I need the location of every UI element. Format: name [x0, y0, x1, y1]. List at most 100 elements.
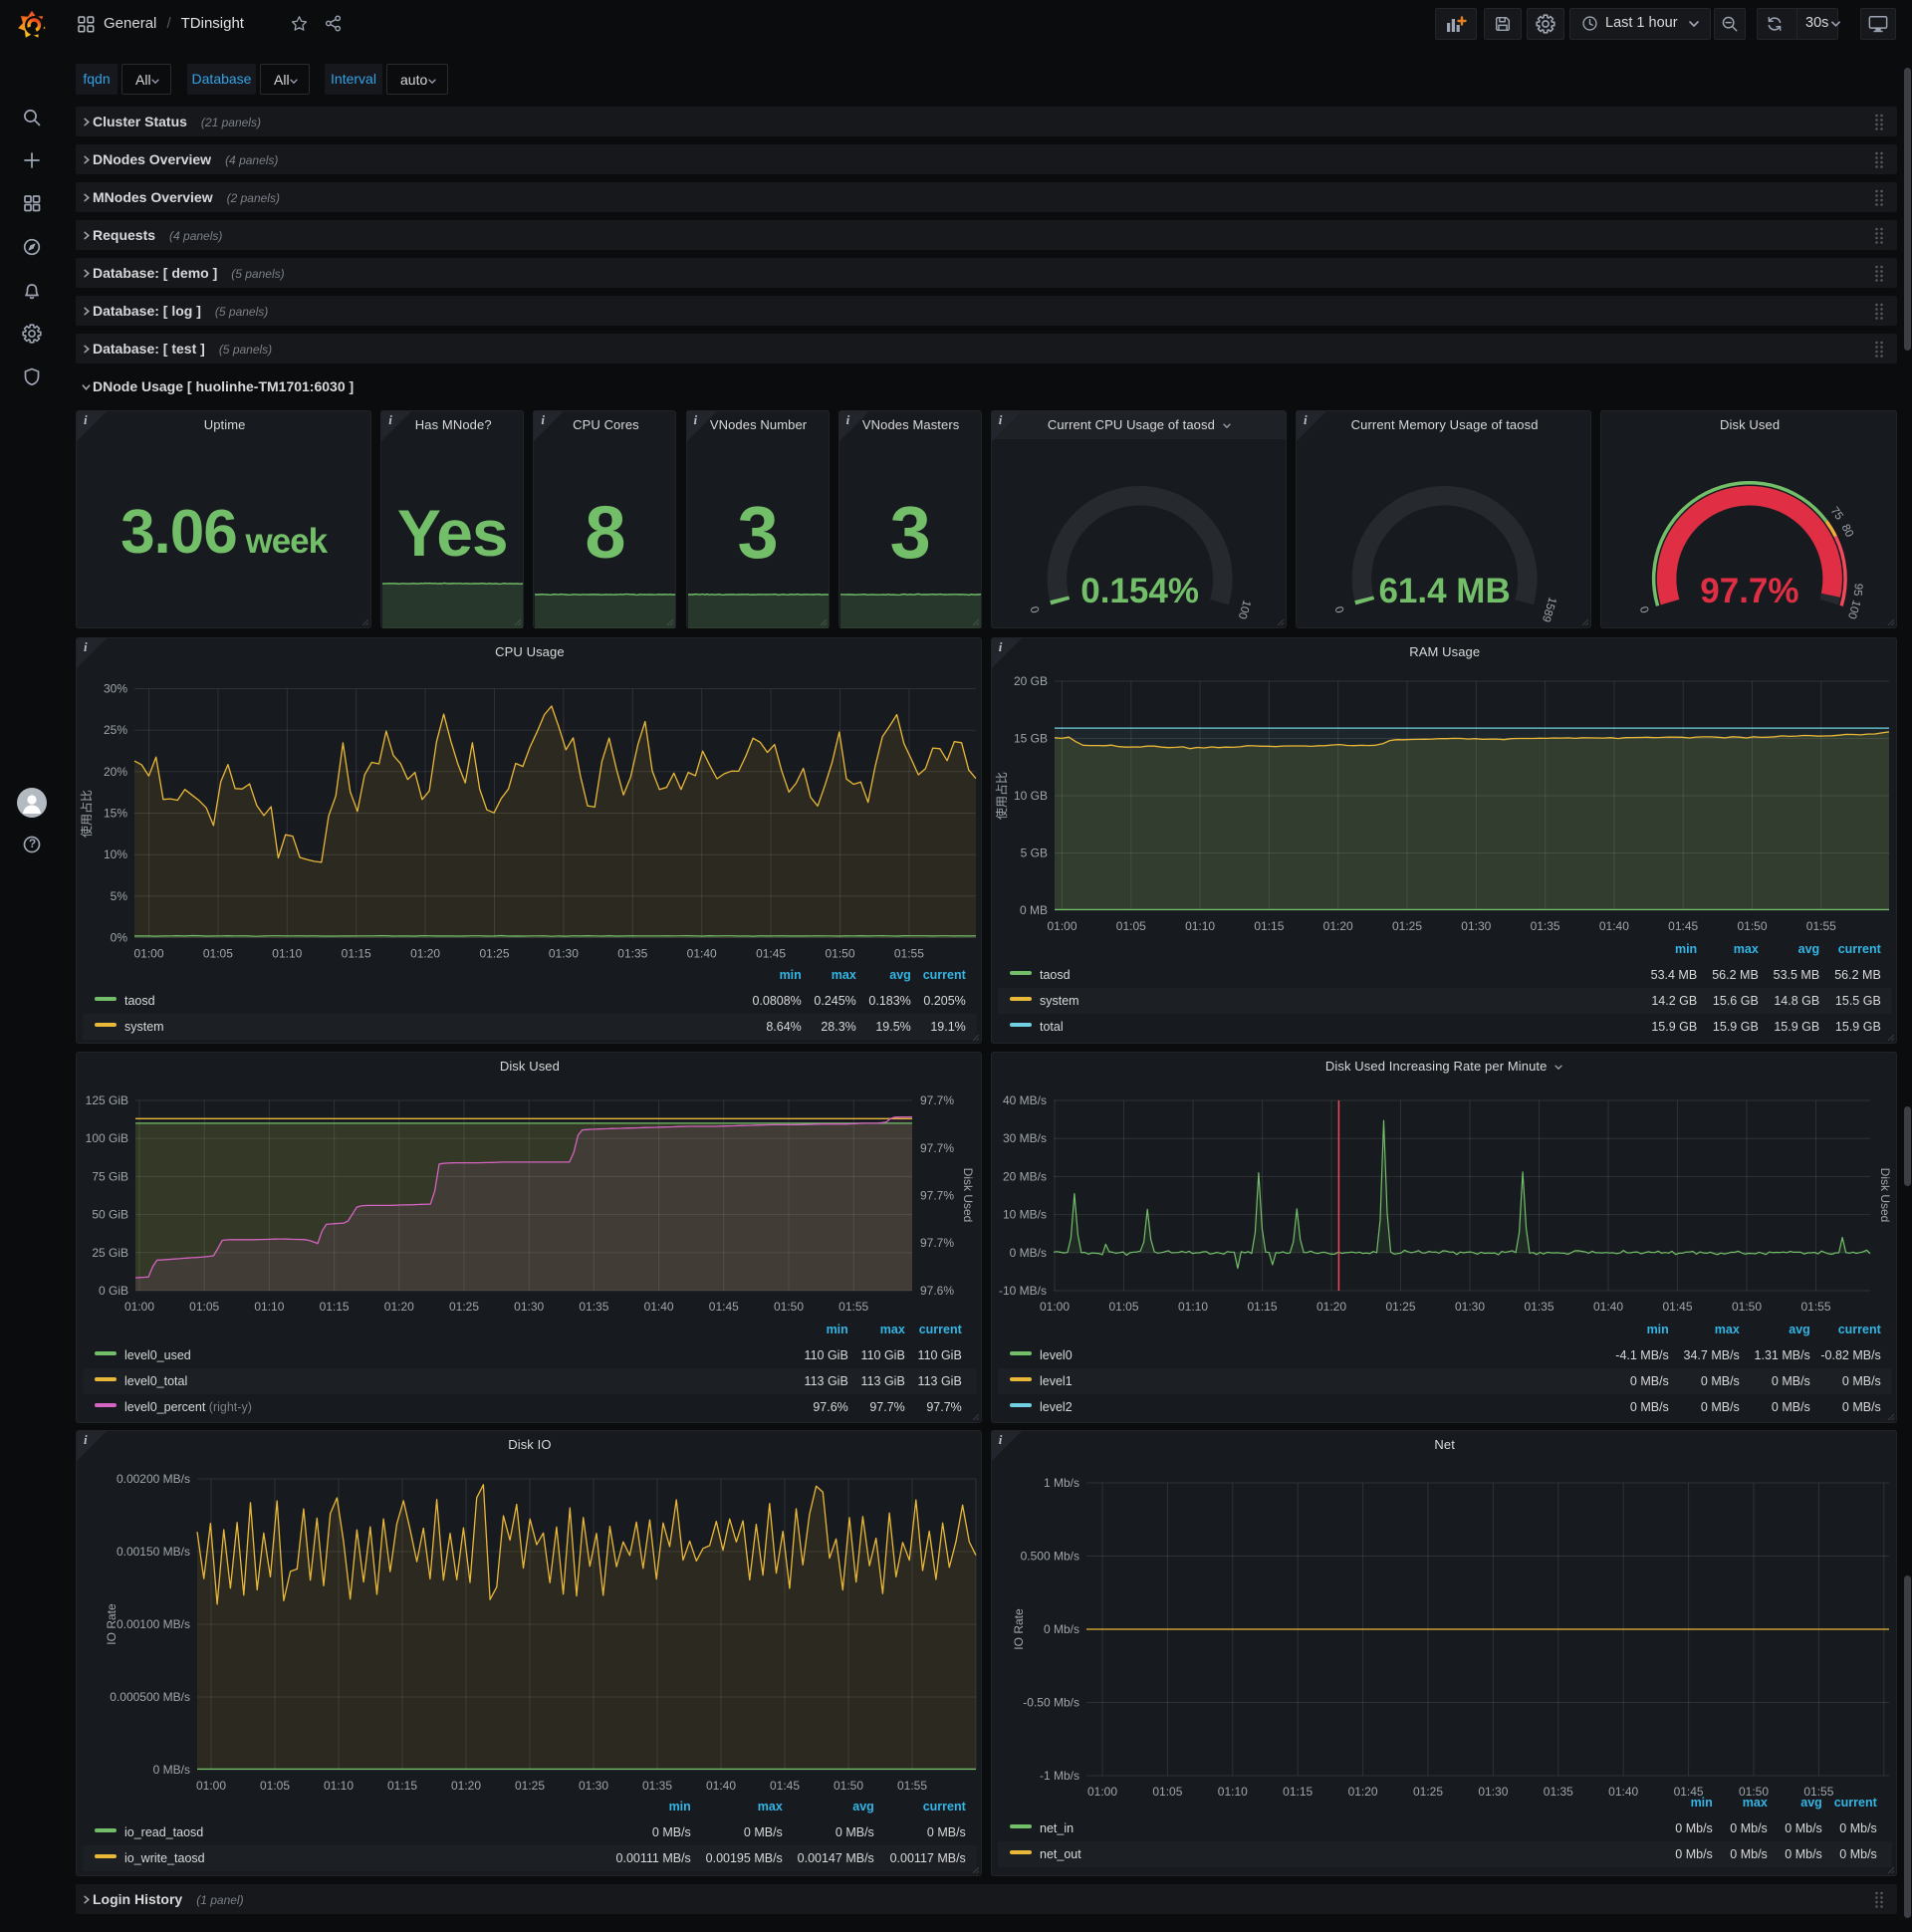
- svg-text:min: min: [1646, 1323, 1668, 1336]
- svg-text:10 GB: 10 GB: [1014, 789, 1048, 803]
- svg-text:01:40: 01:40: [1593, 1300, 1623, 1314]
- svg-text:0%: 0%: [111, 931, 128, 945]
- svg-text:0 MB/s: 0 MB/s: [652, 1825, 691, 1839]
- svg-text:01:25: 01:25: [479, 947, 509, 961]
- svg-text:-1 Mb/s: -1 Mb/s: [1040, 1769, 1079, 1783]
- svg-text:15.9 GB: 15.9 GB: [1774, 1020, 1819, 1034]
- svg-text:0.00195 MB/s: 0.00195 MB/s: [706, 1851, 783, 1865]
- svg-text:Disk Used: Disk Used: [1878, 1168, 1892, 1223]
- svg-text:01:35: 01:35: [617, 947, 647, 961]
- svg-text:34.7 MB/s: 34.7 MB/s: [1683, 1348, 1739, 1362]
- svg-text:01:15: 01:15: [387, 1779, 417, 1793]
- svg-text:0 MB/s: 0 MB/s: [1772, 1374, 1810, 1388]
- svg-text:0 MB/s: 0 MB/s: [1701, 1400, 1740, 1414]
- svg-text:01:00: 01:00: [196, 1779, 226, 1793]
- svg-text:113 GiB: 113 GiB: [805, 1374, 848, 1388]
- svg-text:01:35: 01:35: [1530, 919, 1559, 933]
- svg-text:01:20: 01:20: [1322, 919, 1352, 933]
- svg-text:01:35: 01:35: [1524, 1300, 1554, 1314]
- svg-text:-0.82 MB/s: -0.82 MB/s: [1820, 1348, 1880, 1362]
- svg-text:20 GB: 20 GB: [1014, 674, 1048, 688]
- svg-text:avg: avg: [1797, 942, 1819, 956]
- svg-text:28.3%: 28.3%: [821, 1020, 855, 1034]
- svg-text:0.000500 MB/s: 0.000500 MB/s: [110, 1690, 190, 1704]
- svg-text:level0_percent (right-y): level0_percent (right-y): [124, 1400, 252, 1414]
- svg-text:97.7%: 97.7%: [926, 1400, 961, 1414]
- svg-text:01:25: 01:25: [449, 1300, 479, 1314]
- svg-text:0 MB/s: 0 MB/s: [1630, 1400, 1669, 1414]
- svg-text:14.2 GB: 14.2 GB: [1651, 994, 1697, 1008]
- svg-text:IO Rate: IO Rate: [105, 1603, 119, 1645]
- svg-text:50 GiB: 50 GiB: [92, 1208, 128, 1222]
- svg-text:01:40: 01:40: [706, 1779, 736, 1793]
- svg-text:125 GiB: 125 GiB: [86, 1093, 128, 1107]
- svg-text:current: current: [1838, 1323, 1882, 1336]
- svg-text:使用占比: 使用占比: [79, 790, 94, 838]
- svg-text:15 GB: 15 GB: [1014, 732, 1048, 746]
- svg-text:30 MB/s: 30 MB/s: [1003, 1131, 1047, 1145]
- svg-text:01:55: 01:55: [838, 1300, 868, 1314]
- svg-text:01:25: 01:25: [1392, 919, 1422, 933]
- svg-text:113 GiB: 113 GiB: [861, 1374, 905, 1388]
- svg-text:0.154%: 0.154%: [1080, 572, 1199, 610]
- svg-text:0.00150 MB/s: 0.00150 MB/s: [117, 1545, 190, 1559]
- svg-text:01:30: 01:30: [1478, 1785, 1508, 1799]
- svg-text:0 Mb/s: 0 Mb/s: [1785, 1821, 1822, 1835]
- svg-text:75 GiB: 75 GiB: [92, 1169, 128, 1183]
- svg-text:01:25: 01:25: [1385, 1300, 1415, 1314]
- svg-text:97.7%: 97.7%: [920, 1093, 954, 1107]
- svg-text:system: system: [1040, 994, 1079, 1008]
- svg-text:0.00200 MB/s: 0.00200 MB/s: [117, 1472, 190, 1486]
- svg-text:current: current: [919, 1323, 963, 1336]
- svg-text:net_in: net_in: [1040, 1821, 1074, 1835]
- svg-text:current: current: [1838, 942, 1882, 956]
- svg-text:level0_used: level0_used: [124, 1348, 191, 1362]
- svg-text:taosd: taosd: [1040, 968, 1071, 982]
- svg-text:0: 0: [1333, 604, 1346, 614]
- svg-text:max: max: [1715, 1323, 1740, 1336]
- svg-text:01:05: 01:05: [1152, 1785, 1182, 1799]
- svg-text:01:40: 01:40: [1599, 919, 1629, 933]
- svg-text:01:10: 01:10: [1218, 1785, 1248, 1799]
- svg-text:min: min: [669, 1800, 691, 1813]
- svg-text:avg: avg: [889, 968, 911, 982]
- svg-text:max: max: [832, 968, 856, 982]
- svg-text:01:20: 01:20: [451, 1779, 481, 1793]
- svg-text:1.31 MB/s: 1.31 MB/s: [1754, 1348, 1809, 1362]
- svg-text:01:10: 01:10: [254, 1300, 284, 1314]
- svg-text:5%: 5%: [111, 889, 128, 903]
- svg-text:100: 100: [1235, 599, 1252, 620]
- svg-text:01:35: 01:35: [1544, 1785, 1573, 1799]
- svg-text:110 GiB: 110 GiB: [805, 1348, 848, 1362]
- svg-text:0 MB/s: 0 MB/s: [1009, 1246, 1046, 1260]
- svg-text:01:35: 01:35: [642, 1779, 672, 1793]
- svg-text:15%: 15%: [104, 807, 127, 821]
- svg-text:01:20: 01:20: [1316, 1300, 1346, 1314]
- svg-text:61.4 MB: 61.4 MB: [1378, 572, 1510, 610]
- svg-text:-0.50 Mb/s: -0.50 Mb/s: [1023, 1696, 1079, 1710]
- svg-text:avg: avg: [1789, 1323, 1810, 1336]
- svg-text:0.500 Mb/s: 0.500 Mb/s: [1020, 1550, 1078, 1564]
- svg-text:0 MB/s: 0 MB/s: [1701, 1374, 1740, 1388]
- svg-text:使用占比: 使用占比: [994, 772, 1009, 820]
- svg-text:110 GiB: 110 GiB: [918, 1348, 962, 1362]
- svg-text:01:50: 01:50: [834, 1779, 863, 1793]
- svg-text:01:30: 01:30: [1455, 1300, 1485, 1314]
- svg-text:0 MB/s: 0 MB/s: [1842, 1400, 1881, 1414]
- svg-text:total: total: [1040, 1020, 1064, 1034]
- svg-text:53.5 MB: 53.5 MB: [1773, 968, 1819, 982]
- svg-text:avg: avg: [1800, 1796, 1822, 1810]
- svg-text:19.1%: 19.1%: [930, 1020, 965, 1034]
- svg-text:io_read_taosd: io_read_taosd: [124, 1825, 203, 1839]
- svg-text:0.245%: 0.245%: [814, 994, 855, 1008]
- svg-text:0 Mb/s: 0 Mb/s: [1839, 1847, 1877, 1861]
- svg-text:01:15: 01:15: [1283, 1785, 1313, 1799]
- svg-text:113 GiB: 113 GiB: [918, 1374, 962, 1388]
- svg-text:01:25: 01:25: [1413, 1785, 1443, 1799]
- svg-text:current: current: [923, 968, 967, 982]
- svg-text:5 GB: 5 GB: [1020, 846, 1047, 860]
- svg-text:avg: avg: [852, 1800, 874, 1813]
- svg-text:max: max: [880, 1323, 905, 1336]
- svg-text:net_out: net_out: [1040, 1847, 1081, 1861]
- svg-text:75: 75: [1828, 505, 1845, 522]
